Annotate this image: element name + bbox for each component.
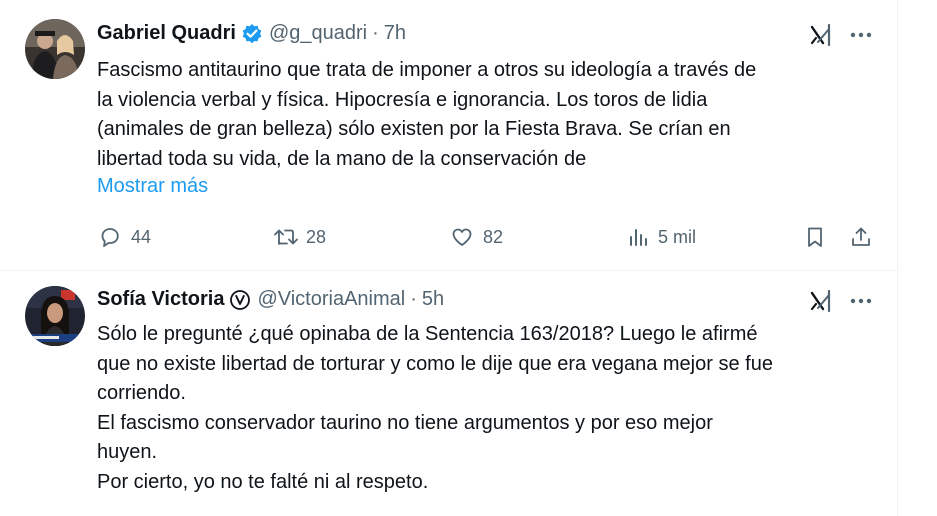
author-name[interactable]: Gabriel Quadri: [97, 22, 236, 45]
tweet-text-line: corriendo.: [97, 382, 186, 404]
like-count: 82: [483, 226, 504, 247]
bookmark-button[interactable]: [803, 222, 827, 252]
share-icon: [852, 227, 870, 246]
separator-dot: ·: [372, 22, 379, 44]
retweet-button[interactable]: 28: [272, 222, 326, 252]
tweet-text-line: Por cierto, yo no te falté ni al respeto…: [97, 470, 429, 493]
tweet-text-line: El fascismo conservador taurino no tiene…: [97, 411, 713, 434]
avatar[interactable]: [25, 19, 85, 79]
tweet-text-line: Fascismo antitaurino que trata de impone…: [97, 59, 757, 81]
like-button[interactable]: 82: [450, 222, 503, 252]
show-more-link[interactable]: Mostrar más: [97, 175, 208, 198]
timestamp[interactable]: 5h: [422, 288, 444, 311]
tweet-header: Sofía Victoria @VictoriaAnimal · 5h: [97, 288, 444, 311]
retweet-icon: [274, 229, 298, 245]
share-button[interactable]: [849, 222, 873, 252]
heart-icon: [452, 228, 472, 246]
more-options-icon[interactable]: [848, 22, 874, 48]
tweet-actions: 44 28 82 5 mil: [0, 222, 898, 252]
tweet-sofia-victoria[interactable]: Sofía Victoria @VictoriaAnimal · 5h Sólo…: [0, 271, 898, 516]
views-button[interactable]: 5 mil: [627, 222, 696, 252]
tweet-text-line: la violencia verbal y física. Hipocresía…: [97, 88, 708, 111]
author-handle[interactable]: @VictoriaAnimal: [257, 288, 405, 311]
reply-count: 44: [131, 226, 152, 247]
verified-badge-icon: [241, 23, 263, 45]
tweet-text-line: (animales de gran belleza) sólo existen …: [97, 118, 731, 140]
views-count: 5 mil: [658, 226, 697, 247]
more-options-icon[interactable]: [848, 288, 874, 314]
author-name[interactable]: Sofía Victoria: [97, 288, 224, 311]
tweet-text-line: que no existe libertad de torturar y com…: [97, 352, 773, 375]
tweet-text-line: huyen.: [97, 441, 158, 463]
verified-v-badge-icon: [229, 289, 251, 311]
author-handle[interactable]: @g_quadri: [269, 22, 367, 45]
reply-button[interactable]: 44: [98, 222, 151, 252]
timeline: Gabriel Quadri @g_quadri · 7h Fascismo a…: [0, 0, 898, 516]
tweet-text: Sólo le pregunté ¿qué opinaba de la Sent…: [97, 320, 887, 497]
separator-dot: ·: [410, 288, 417, 310]
grok-icon[interactable]: [808, 22, 834, 48]
bookmark-icon: [808, 227, 822, 247]
timestamp[interactable]: 7h: [384, 22, 406, 45]
tweet-text-line: libertad toda su vida, de la mano de la …: [97, 147, 587, 170]
tweet-text: Fascismo antitaurino que trata de impone…: [97, 56, 887, 174]
retweet-count: 28: [306, 226, 327, 247]
avatar[interactable]: [25, 286, 85, 346]
reply-icon: [101, 228, 119, 247]
tweet-gabriel-quadri[interactable]: Gabriel Quadri @g_quadri · 7h Fascismo a…: [0, 0, 898, 271]
tweet-text-line: Sólo le pregunté ¿qué opinaba de la Sent…: [97, 323, 758, 345]
tweet-header: Gabriel Quadri @g_quadri · 7h: [97, 22, 406, 45]
views-chart-icon: [630, 229, 647, 246]
grok-icon[interactable]: [808, 288, 834, 314]
